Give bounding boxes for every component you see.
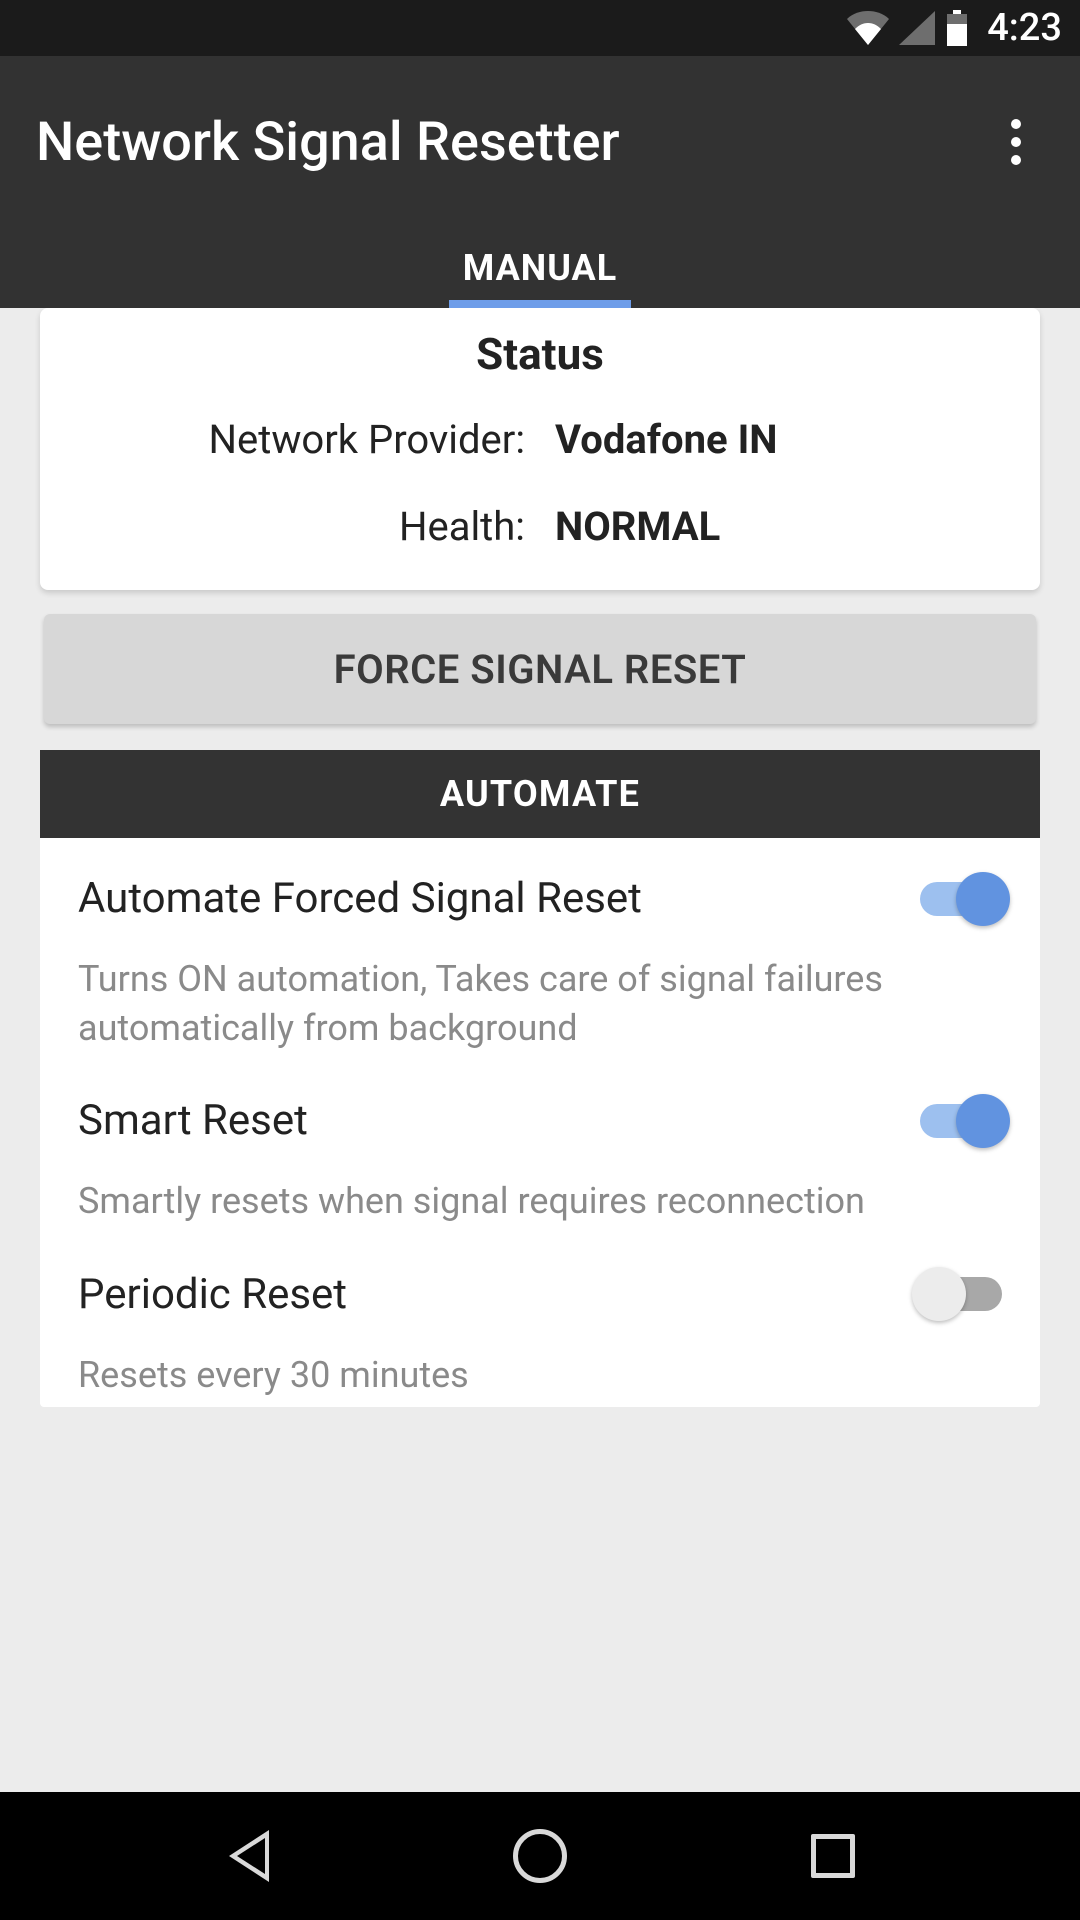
tab-manual[interactable]: MANUAL xyxy=(463,247,617,289)
recent-apps-icon xyxy=(811,1834,855,1878)
wifi-icon xyxy=(847,11,889,45)
nav-home-button[interactable] xyxy=(500,1816,580,1896)
setting-automate-forced-reset[interactable]: Automate Forced Signal Reset Turns ON au… xyxy=(40,838,1040,1060)
android-status-bar: 4:23 xyxy=(0,0,1080,56)
setting-periodic-reset[interactable]: Periodic Reset Resets every 30 minutes xyxy=(40,1234,1040,1408)
health-label: Health: xyxy=(70,503,525,550)
home-icon xyxy=(513,1829,567,1883)
page-title: Network Signal Resetter xyxy=(36,111,620,174)
nav-recent-button[interactable] xyxy=(793,1816,873,1896)
android-nav-bar xyxy=(0,1792,1080,1920)
content-area: Status Network Provider: Vodafone IN Hea… xyxy=(0,308,1080,1792)
toggle-periodic-reset[interactable] xyxy=(920,1277,1002,1311)
health-value: NORMAL xyxy=(555,503,1010,550)
setting-description: Smartly resets when signal requires reco… xyxy=(78,1177,1002,1226)
tab-bar: MANUAL xyxy=(0,228,1080,308)
force-signal-reset-button[interactable]: FORCE SIGNAL RESET xyxy=(44,614,1036,724)
back-icon xyxy=(227,1830,267,1882)
cellular-signal-icon xyxy=(899,11,935,45)
setting-title: Smart Reset xyxy=(78,1096,308,1145)
setting-title: Automate Forced Signal Reset xyxy=(78,874,642,923)
more-vert-icon xyxy=(1011,119,1021,129)
nav-back-button[interactable] xyxy=(207,1816,287,1896)
automate-header: AUTOMATE xyxy=(40,750,1040,838)
setting-description: Resets every 30 minutes xyxy=(78,1351,1002,1400)
status-bar-clock: 4:23 xyxy=(987,6,1062,50)
automate-section: AUTOMATE Automate Forced Signal Reset Tu… xyxy=(40,750,1040,1407)
setting-description: Turns ON automation, Takes care of signa… xyxy=(78,955,1002,1052)
battery-icon xyxy=(945,10,969,46)
toggle-smart-reset[interactable] xyxy=(920,1104,1002,1138)
tab-indicator xyxy=(449,300,631,308)
overflow-menu-button[interactable] xyxy=(988,114,1044,170)
setting-smart-reset[interactable]: Smart Reset Smartly resets when signal r… xyxy=(40,1060,1040,1234)
toggle-automate-forced-reset[interactable] xyxy=(920,882,1002,916)
status-card: Status Network Provider: Vodafone IN Hea… xyxy=(40,308,1040,590)
setting-title: Periodic Reset xyxy=(78,1270,347,1319)
network-provider-label: Network Provider: xyxy=(70,416,525,463)
status-card-title: Status xyxy=(70,328,1010,380)
network-provider-value: Vodafone IN xyxy=(555,416,1010,463)
app-bar: Network Signal Resetter xyxy=(0,56,1080,228)
